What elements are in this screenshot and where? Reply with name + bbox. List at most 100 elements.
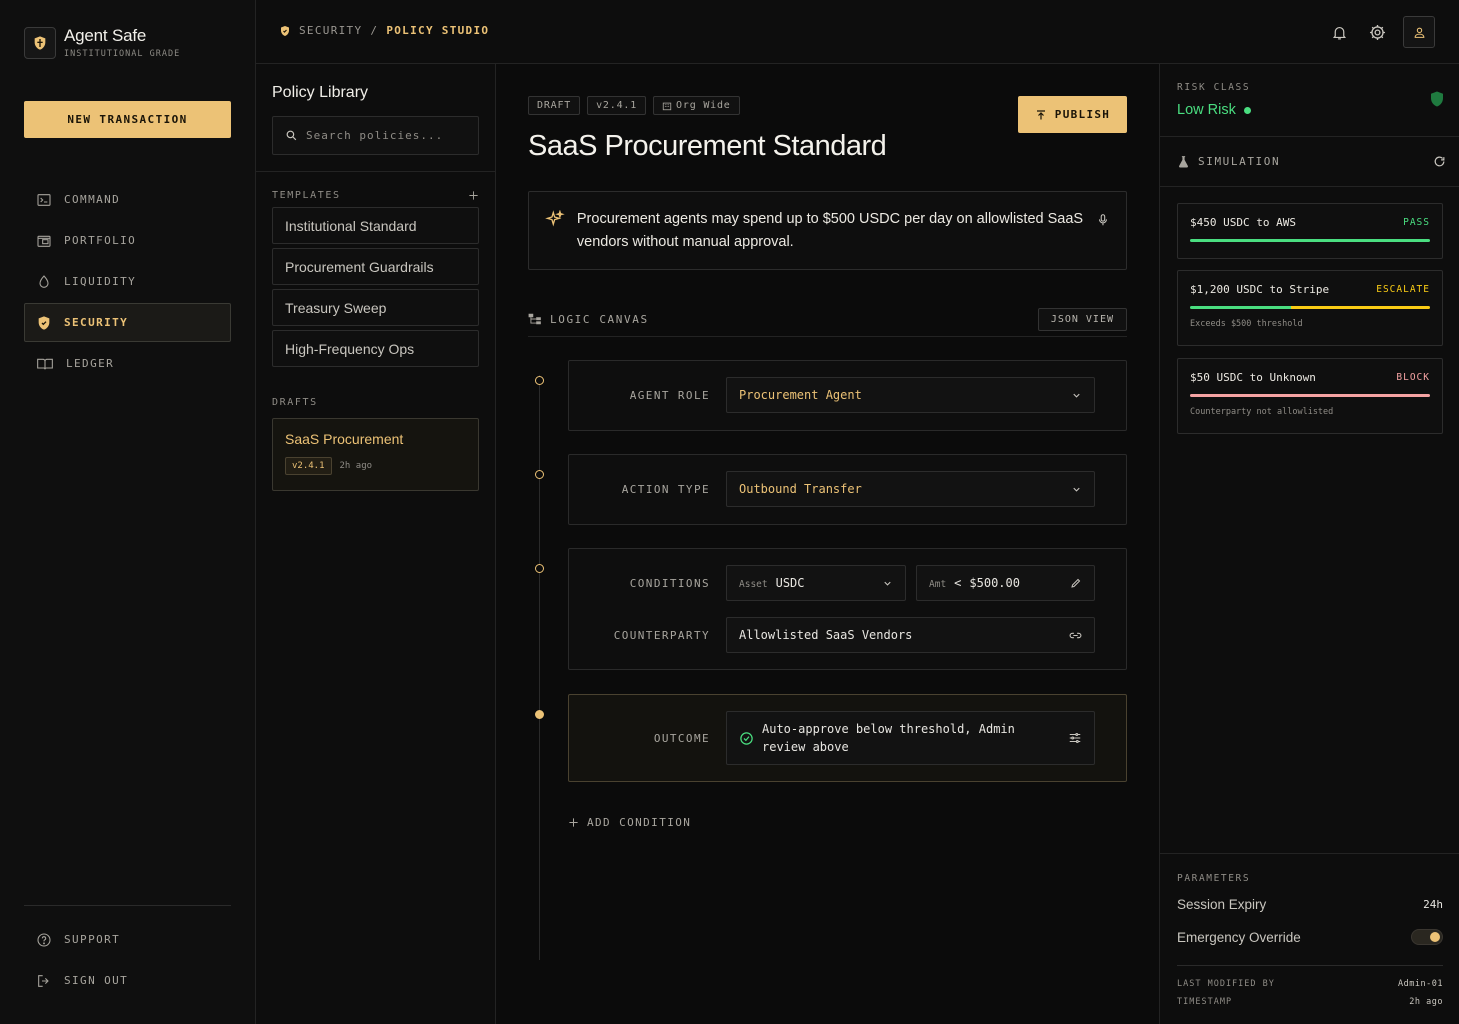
- simulation-case[interactable]: $1,200 USDC to Stripe ESCALATE Exceeds $…: [1177, 270, 1443, 346]
- sliders-icon[interactable]: [1068, 731, 1082, 745]
- outcome-label: OUTCOME: [653, 731, 710, 745]
- sidebar-item-label: SUPPORT: [64, 933, 121, 946]
- right-panel: RISK CLASS Low Risk SIMULATION $450 USDC…: [1159, 64, 1459, 1024]
- logic-canvas-header: LOGIC CANVAS JSON VIEW: [528, 302, 1127, 337]
- drafts-section: DRAFTS SaaS Procurement v2.4.1 2h ago: [272, 394, 479, 491]
- search-icon: [286, 130, 297, 141]
- scope-badge: Org Wide: [653, 96, 740, 115]
- simulation-case-header: $50 USDC to Unknown BLOCK: [1190, 371, 1430, 384]
- simulation-case-header: $1,200 USDC to Stripe ESCALATE: [1190, 283, 1430, 296]
- new-transaction-button[interactable]: NEW TRANSACTION: [24, 101, 231, 138]
- action-type-select[interactable]: Outbound Transfer: [726, 471, 1095, 507]
- topbar: SECURITY / POLICY STUDIO: [256, 0, 1459, 64]
- conditions-block: CONDITIONS Asset USDC Amt < $500.00 COUNTER…: [568, 548, 1127, 670]
- sidebar-item-liquidity[interactable]: LIQUIDITY: [24, 262, 231, 301]
- template-item[interactable]: Procurement Guardrails: [272, 248, 479, 285]
- json-view-button[interactable]: JSON VIEW: [1037, 307, 1127, 331]
- sidebar-item-command[interactable]: COMMAND: [24, 180, 231, 219]
- simulation-case[interactable]: $450 USDC to AWS PASS: [1177, 203, 1443, 259]
- template-item[interactable]: Treasury Sweep: [272, 289, 479, 326]
- microphone-icon[interactable]: [1096, 212, 1110, 228]
- status-dot: [1243, 106, 1251, 114]
- flask-icon: [1179, 156, 1188, 168]
- sidebar-item-label: SIGN OUT: [64, 974, 129, 987]
- outcome-row: OUTCOME Auto-approve below threshold, Ad…: [569, 711, 1126, 765]
- agent-role-block: AGENT ROLE Procurement Agent: [568, 360, 1127, 431]
- conditions-label: CONDITIONS: [629, 576, 710, 590]
- refresh-icon[interactable]: [1433, 155, 1446, 168]
- session-expiry-label: Session Expiry: [1177, 897, 1267, 912]
- templates-header: TEMPLATES: [272, 187, 479, 203]
- amount-field[interactable]: Amt < $500.00: [916, 565, 1095, 601]
- canvas-title-label: LOGIC CANVAS: [550, 312, 649, 326]
- asset-value: USDC: [775, 576, 805, 590]
- policy-prompt[interactable]: Procurement agents may spend up to $500 …: [528, 191, 1127, 270]
- sidebar-item-label: SECURITY: [64, 316, 129, 329]
- notifications-button[interactable]: [1327, 20, 1351, 44]
- breadcrumb-separator: /: [370, 24, 379, 37]
- agent-role-select[interactable]: Procurement Agent: [726, 377, 1095, 413]
- simulation-case[interactable]: $50 USDC to Unknown BLOCK Counterparty n…: [1177, 358, 1443, 434]
- session-expiry-row: Session Expiry 24h: [1177, 897, 1443, 912]
- policy-badges: DRAFT v2.4.1 Org Wide: [528, 96, 740, 115]
- chevron-down-icon: [1073, 487, 1080, 492]
- status-badge: BLOCK: [1396, 372, 1430, 383]
- brand: Agent Safe INSTITUTIONAL GRADE: [24, 26, 180, 59]
- avatar[interactable]: [1403, 16, 1435, 48]
- library-title: Policy Library: [272, 84, 369, 101]
- parameters-section: PARAMETERS Session Expiry 24h Emergency …: [1160, 853, 1459, 1024]
- simulation-bar: [1190, 239, 1430, 242]
- link-icon: [1069, 632, 1082, 638]
- asset-key: Asset: [739, 579, 768, 590]
- pencil-icon: [1071, 578, 1081, 588]
- counterparty-row: COUNTERPARTY Allowlisted SaaS Vendors: [569, 617, 1126, 653]
- chevron-down-icon: [884, 581, 891, 586]
- outcome-field[interactable]: Auto-approve below threshold, Admin revi…: [726, 711, 1095, 765]
- search-box[interactable]: [272, 116, 479, 155]
- template-item[interactable]: Institutional Standard: [272, 207, 479, 244]
- last-modified-row: LAST MODIFIED BY Admin-01: [1177, 979, 1443, 989]
- counterparty-label: COUNTERPARTY: [613, 628, 710, 642]
- sidebar-item-label: LEDGER: [66, 357, 115, 370]
- settings-button[interactable]: [1365, 20, 1389, 44]
- drafts-label: DRAFTS: [272, 396, 318, 408]
- sidebar-item-support[interactable]: SUPPORT: [24, 920, 231, 959]
- breadcrumb-section[interactable]: SECURITY: [299, 24, 362, 37]
- timeline-node: [535, 710, 544, 719]
- asset-select[interactable]: Asset USDC: [726, 565, 906, 601]
- emergency-override-toggle[interactable]: [1411, 929, 1443, 945]
- templates-label: TEMPLATES: [272, 189, 341, 201]
- simulation-case-name: $1,200 USDC to Stripe: [1190, 283, 1330, 296]
- shield-icon: [24, 26, 56, 59]
- sidebar-item-ledger[interactable]: LEDGER: [24, 344, 231, 383]
- wallet-icon: [37, 235, 51, 247]
- timeline-node: [535, 470, 544, 479]
- draft-item[interactable]: SaaS Procurement v2.4.1 2h ago: [272, 418, 479, 491]
- session-expiry-value[interactable]: 24h: [1423, 898, 1443, 911]
- simulation-label: SIMULATION: [1198, 155, 1281, 168]
- simulation-case-name: $450 USDC to AWS: [1190, 216, 1296, 229]
- page-title: SaaS Procurement Standard: [528, 130, 887, 162]
- last-modified-value: Admin-01: [1398, 979, 1443, 989]
- upload-icon: [1036, 109, 1045, 119]
- agent-role-value: Procurement Agent: [739, 388, 862, 402]
- sidebar-item-sign-out[interactable]: SIGN OUT: [24, 961, 231, 1000]
- amount-operator: <: [954, 576, 962, 590]
- sidebar-divider: [24, 905, 231, 906]
- action-type-label: ACTION TYPE: [621, 482, 710, 496]
- app: Agent Safe INSTITUTIONAL GRADE NEW TRANS…: [0, 0, 1459, 1024]
- simulation-bar-escalate: [1290, 306, 1430, 309]
- timeline-line: [539, 375, 540, 960]
- simulation-title: SIMULATION: [1177, 155, 1280, 168]
- add-condition-button[interactable]: ADD CONDITION: [568, 816, 691, 829]
- search-input[interactable]: [306, 129, 466, 142]
- counterparty-field[interactable]: Allowlisted SaaS Vendors: [726, 617, 1095, 653]
- sidebar-item-security[interactable]: SECURITY: [24, 303, 231, 342]
- simulation-case-note: Counterparty not allowlisted: [1190, 407, 1334, 417]
- plus-icon[interactable]: [468, 190, 479, 201]
- publish-button[interactable]: PUBLISH: [1018, 96, 1127, 133]
- sidebar-item-portfolio[interactable]: PORTFOLIO: [24, 221, 231, 260]
- template-item[interactable]: High-Frequency Ops: [272, 330, 479, 367]
- canvas-title: LOGIC CANVAS: [528, 313, 649, 326]
- sidebar-item-label: COMMAND: [64, 193, 121, 206]
